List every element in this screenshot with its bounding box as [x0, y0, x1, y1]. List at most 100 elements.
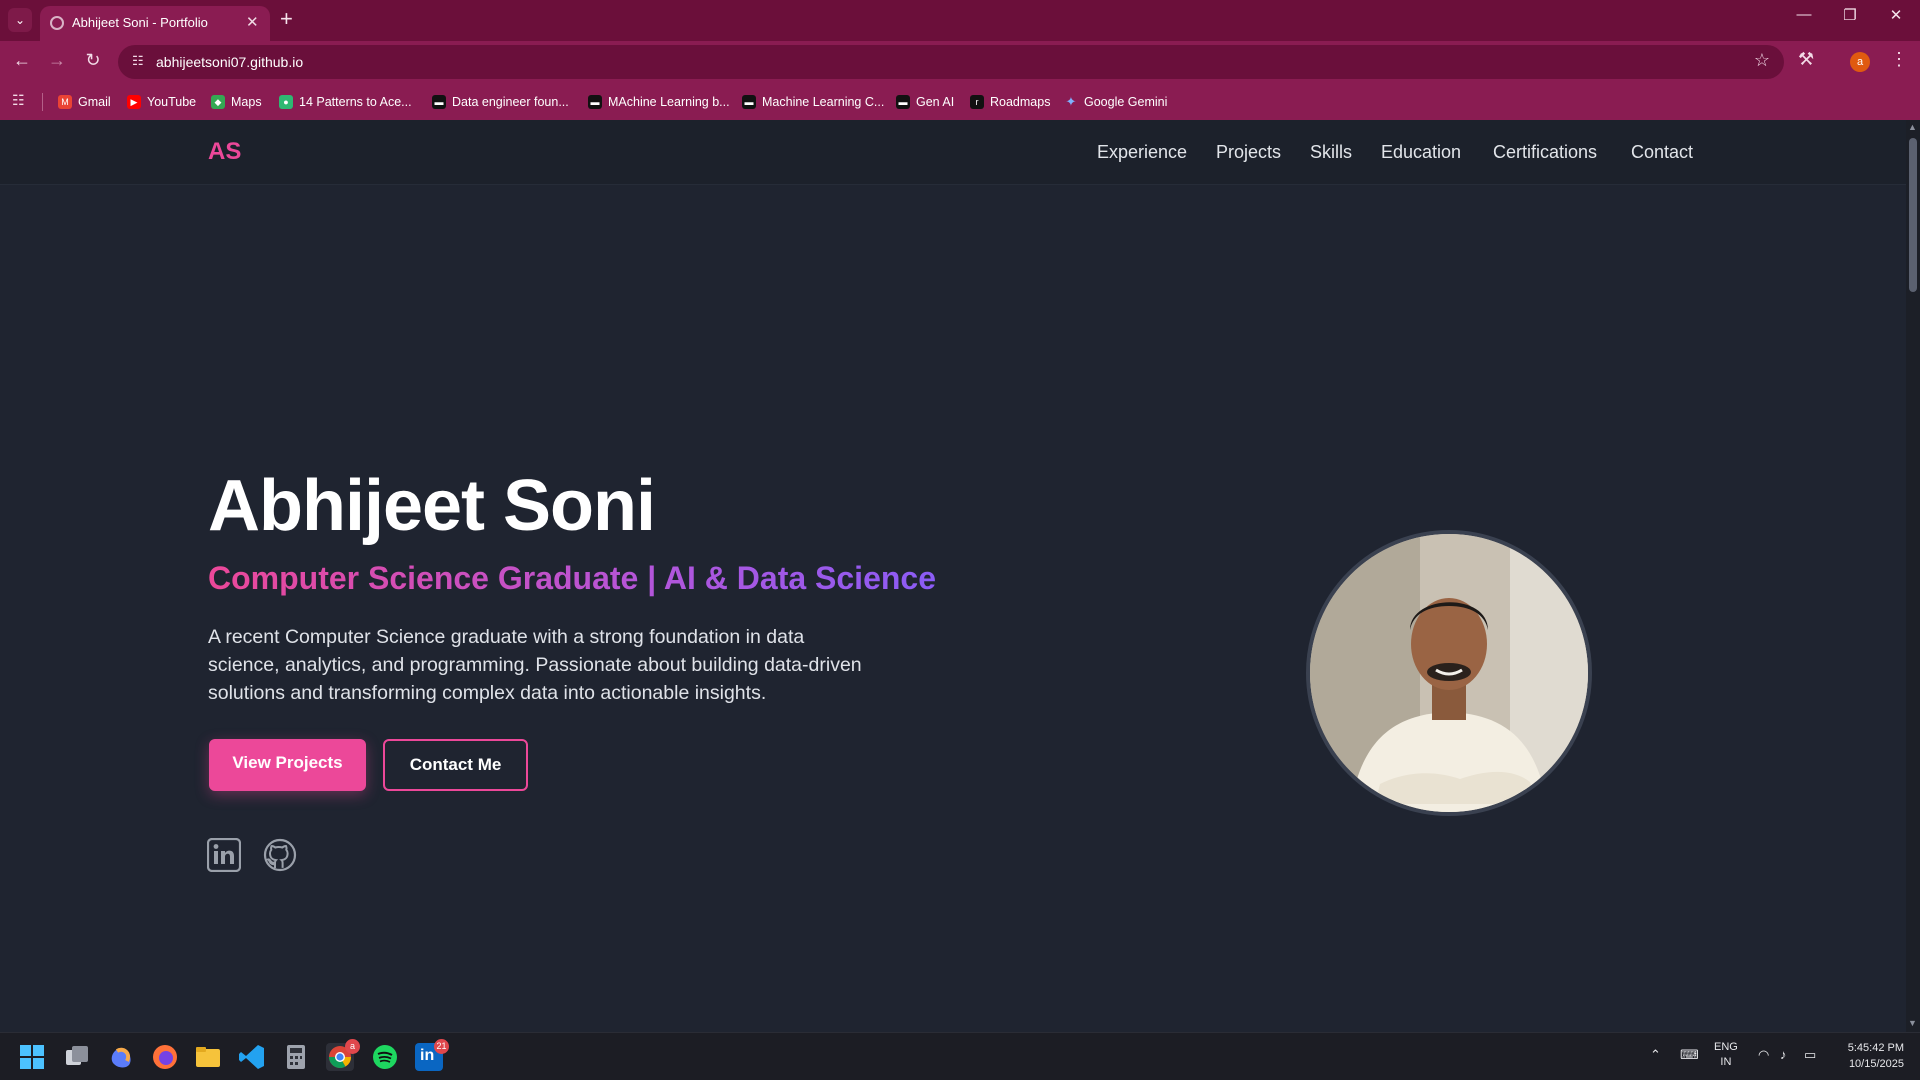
task-view-icon[interactable]	[63, 1043, 91, 1071]
bookmark-label: Roadmaps	[990, 95, 1051, 109]
bookmark-patterns[interactable]: ● 14 Patterns to Ace...	[279, 92, 412, 112]
nav-skills[interactable]: Skills	[1310, 142, 1352, 163]
view-projects-button[interactable]: View Projects	[209, 739, 366, 791]
apps-grid-icon[interactable]: ☷	[12, 92, 25, 109]
bookmark-label: Maps	[231, 95, 262, 109]
bookmark-gemini[interactable]: ✦ Google Gemini	[1064, 92, 1168, 112]
bookmark-label: Data engineer foun...	[452, 95, 569, 109]
chevron-up-icon[interactable]: ⌃	[1650, 1047, 1661, 1063]
bookmark-label: MAchine Learning b...	[608, 95, 730, 109]
bookmark-label: Google Gemini	[1084, 95, 1168, 109]
system-clock[interactable]: 5:45:42 PM 10/15/2025	[1830, 1040, 1904, 1072]
nav-certifications[interactable]: Certifications	[1493, 142, 1597, 163]
browser-toolbar: ← → ↻ ☷ abhijeetsoni07.github.io ☆ ⚒ a ⋮	[0, 41, 1920, 83]
linkedin-icon[interactable]	[207, 838, 241, 872]
person-portrait-illustration	[1310, 534, 1588, 812]
bookmark-label: Gen AI	[916, 95, 955, 109]
hero-name: Abhijeet Soni	[208, 466, 656, 546]
minimize-button[interactable]: —	[1789, 6, 1819, 23]
new-tab-button[interactable]: +	[280, 7, 293, 31]
gmail-icon: M	[58, 95, 72, 109]
bookmark-label: YouTube	[147, 95, 197, 109]
course-icon: ▬	[742, 95, 756, 109]
chrome-taskbar-button[interactable]: a	[326, 1039, 360, 1071]
nav-education[interactable]: Education	[1381, 142, 1461, 163]
bookmark-youtube[interactable]: ▶ YouTube	[127, 92, 196, 112]
restore-button[interactable]: ❐	[1835, 6, 1865, 24]
bookmark-separator	[42, 93, 43, 111]
site-logo[interactable]: AS	[208, 138, 241, 166]
site-navbar: AS Experience Projects Skills Education …	[0, 120, 1906, 185]
profile-photo	[1306, 530, 1592, 816]
wifi-icon[interactable]: ◠	[1758, 1047, 1769, 1063]
contact-me-button[interactable]: Contact Me	[383, 739, 528, 791]
bookmark-roadmaps[interactable]: r Roadmaps	[970, 92, 1050, 112]
roadmaps-icon: r	[970, 95, 984, 109]
address-bar[interactable]: ☷ abhijeetsoni07.github.io ☆	[118, 45, 1784, 79]
url-text[interactable]: abhijeetsoni07.github.io	[156, 54, 303, 70]
course-icon: ▬	[588, 95, 602, 109]
language-indicator[interactable]: ENG IN	[1714, 1040, 1738, 1070]
course-icon: ▬	[432, 95, 446, 109]
tab-search-button[interactable]: ⌄	[8, 8, 32, 32]
battery-icon[interactable]: ▭	[1804, 1047, 1816, 1063]
bookmark-label: Gmail	[78, 95, 111, 109]
nav-experience[interactable]: Experience	[1097, 142, 1187, 163]
nav-contact[interactable]: Contact	[1631, 142, 1693, 163]
browser-titlebar: ⌄ Abhijeet Soni - Portfolio ✕ + — ❐ ✕	[0, 0, 1920, 41]
gemini-icon: ✦	[1065, 94, 1077, 109]
bookmark-gmail[interactable]: M Gmail	[58, 92, 111, 112]
patterns-icon: ●	[279, 95, 293, 109]
globe-icon	[50, 16, 64, 30]
hero-description: A recent Computer Science graduate with …	[208, 626, 862, 704]
clock-time: 5:45:42 PM	[1847, 1042, 1904, 1054]
site-info-icon[interactable]: ☷	[132, 53, 144, 69]
volume-icon[interactable]: ♪	[1780, 1047, 1787, 1062]
portfolio-page: AS Experience Projects Skills Education …	[0, 120, 1906, 1032]
close-icon[interactable]: ✕	[246, 13, 259, 31]
keyboard-icon[interactable]: ⌨	[1680, 1047, 1699, 1063]
firefox-icon[interactable]	[151, 1043, 179, 1071]
scroll-thumb[interactable]	[1909, 138, 1917, 292]
bookmark-label: Machine Learning C...	[762, 95, 885, 109]
menu-dots-icon[interactable]: ⋮	[1890, 49, 1908, 70]
github-icon[interactable]	[263, 838, 297, 872]
nav-projects[interactable]: Projects	[1216, 142, 1281, 163]
linkedin-taskbar-button[interactable]: in 21	[415, 1039, 449, 1071]
linkedin-app-icon: in	[420, 1047, 435, 1064]
region-code: IN	[1720, 1056, 1732, 1068]
youtube-icon: ▶	[127, 95, 141, 109]
bookmark-star-icon[interactable]: ☆	[1754, 50, 1770, 71]
course-icon: ▬	[896, 95, 910, 109]
clock-date: 10/15/2025	[1848, 1058, 1904, 1070]
calculator-icon[interactable]	[282, 1043, 310, 1071]
bookmark-ml-c[interactable]: ▬ Machine Learning C...	[742, 92, 884, 112]
scroll-down-arrow-icon[interactable]: ▼	[1908, 1018, 1917, 1028]
spotify-icon[interactable]	[371, 1043, 399, 1071]
chrome-profile-badge: a	[345, 1039, 360, 1054]
bookmark-gen-ai[interactable]: ▬ Gen AI	[896, 92, 954, 112]
bookmarks-bar: ☷ M Gmail ▶ YouTube ◆ Maps ● 14 Patterns to …	[0, 83, 1920, 120]
bookmark-maps[interactable]: ◆ Maps	[211, 92, 262, 112]
windows-taskbar: a in 21 ⌃ ⌨ ENG IN ◠ ♪ ▭ 5:45:42 PM 10/1…	[0, 1032, 1920, 1080]
language-code: ENG	[1714, 1041, 1738, 1053]
profile-avatar[interactable]: a	[1850, 52, 1870, 72]
hero-subtitle: Computer Science Graduate | AI & Data Sc…	[208, 560, 936, 596]
maps-icon: ◆	[211, 95, 225, 109]
active-tab[interactable]: Abhijeet Soni - Portfolio ✕	[40, 6, 270, 41]
forward-arrow-icon[interactable]: →	[45, 50, 69, 71]
bookmark-data-engineer[interactable]: ▬ Data engineer foun...	[432, 92, 569, 112]
file-explorer-icon[interactable]	[194, 1043, 222, 1071]
vscode-icon[interactable]	[238, 1043, 266, 1071]
tab-title: Abhijeet Soni - Portfolio	[72, 15, 208, 30]
extensions-icon[interactable]: ⚒	[1798, 49, 1814, 70]
notification-badge: 21	[434, 1039, 449, 1054]
page-scrollbar[interactable]: ▲ ▼	[1906, 120, 1920, 1032]
scroll-up-arrow-icon[interactable]: ▲	[1908, 122, 1917, 132]
bookmark-ml-b[interactable]: ▬ MAchine Learning b...	[588, 92, 730, 112]
back-arrow-icon[interactable]: ←	[10, 50, 34, 71]
reload-icon[interactable]: ↻	[81, 50, 105, 71]
close-window-button[interactable]: ✕	[1881, 6, 1911, 24]
copilot-icon[interactable]	[107, 1043, 135, 1071]
windows-start-icon[interactable]	[18, 1043, 46, 1071]
